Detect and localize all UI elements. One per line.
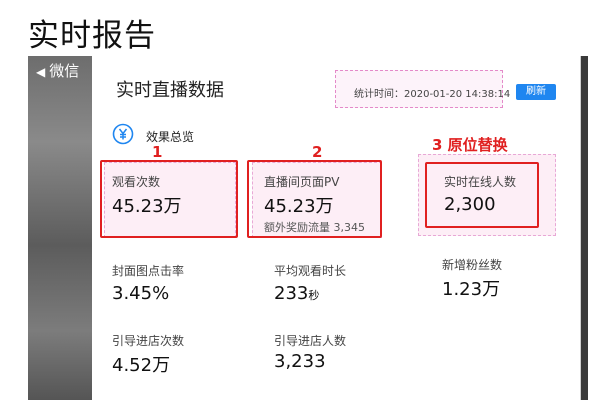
metric-label: 封面图点击率 xyxy=(112,264,185,278)
metric-value: 1.23万 xyxy=(442,279,501,300)
annotation-2: 2 xyxy=(312,143,323,161)
metric-value: 4.52万 xyxy=(112,355,171,376)
metric-value: 3.45% xyxy=(112,283,170,304)
metric-label: 观看次数 xyxy=(112,175,161,189)
yuan-icon xyxy=(112,123,134,145)
annotation-1: 1 xyxy=(152,143,163,161)
metric-value: 2,300 xyxy=(444,194,496,215)
metric-label: 直播间页面PV xyxy=(264,175,340,189)
back-button[interactable]: ◀ 微信 xyxy=(36,60,79,81)
back-button-label: 微信 xyxy=(49,62,80,80)
refresh-button[interactable]: 刷新 xyxy=(516,84,556,100)
panel-right-border xyxy=(580,56,581,400)
background-content-strip xyxy=(28,56,92,400)
metric-sub: 额外奖励流量 3,345 xyxy=(264,221,365,234)
page-title: 实时报告 xyxy=(28,18,156,54)
metric-value: 45.23万 xyxy=(264,196,334,217)
panel-title: 实时直播数据 xyxy=(116,80,224,101)
back-arrow-icon: ◀ xyxy=(36,65,46,79)
live-data-panel: 实时直播数据 统计时间：2020-01-20 14:38:14 刷新 效果总览 … xyxy=(92,56,580,400)
metric-label: 引导进店人数 xyxy=(274,334,347,348)
annotation-3: 3 原位替换 xyxy=(432,136,508,154)
metric-label: 新增粉丝数 xyxy=(442,258,503,272)
metric-value: 233秒 xyxy=(274,283,319,304)
metric-unit: 秒 xyxy=(308,289,320,302)
metric-label: 平均观看时长 xyxy=(274,264,347,278)
stat-time: 统计时间：2020-01-20 14:38:14 xyxy=(354,89,511,100)
metric-label: 实时在线人数 xyxy=(444,175,517,189)
metric-value: 3,233 xyxy=(274,351,326,372)
metric-value: 45.23万 xyxy=(112,196,182,217)
metric-label: 引导进店次数 xyxy=(112,334,185,348)
metric-value-number: 233 xyxy=(274,283,309,304)
